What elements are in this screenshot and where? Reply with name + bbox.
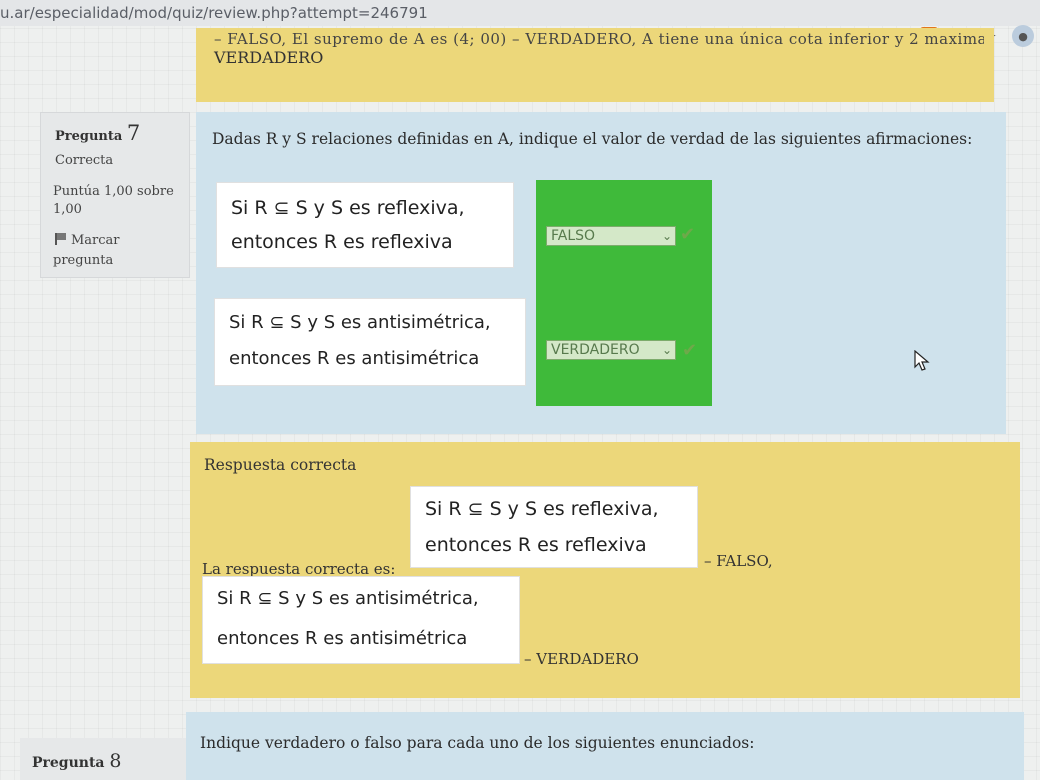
feedback-statement-1-line-1: Si R ⊆ S y S es reflexiva, [425, 498, 659, 520]
flag-icon [55, 233, 66, 245]
question-number: Pregunta 7 [55, 121, 140, 145]
feedback-statement-1: Si R ⊆ S y S es reflexiva, entonces R es… [410, 486, 698, 568]
statement-2-line-2: entonces R es antisimétrica [229, 348, 480, 369]
previous-feedback-line: – FALSO, El supremo de A es (4; 00) – VE… [214, 30, 984, 48]
correct-check-icon: ✔ [682, 340, 698, 361]
question-8-content: Indique verdadero o falso para cada uno … [186, 712, 1024, 780]
question-grade: Puntúa 1,00 sobre 1,00 [53, 184, 174, 217]
question-text: Dadas R y S relaciones definidas en A, i… [212, 130, 973, 148]
statement-2-line-1: Si R ⊆ S y S es antisimétrica, [229, 312, 491, 333]
feedback-statement-1-line-2: entonces R es reflexiva [425, 534, 647, 556]
question-8-text: Indique verdadero o falso para cada uno … [200, 734, 755, 752]
statement-2: Si R ⊆ S y S es antisimétrica, entonces … [214, 298, 526, 386]
feedback-statement-2-line-1: Si R ⊆ S y S es antisimétrica, [217, 588, 479, 609]
flag-question-link[interactable]: Marcar pregunta [53, 231, 183, 271]
question-label: Pregunta [55, 129, 123, 144]
answer-select-1-value: FALSO [551, 228, 596, 244]
correct-check-icon: ✔ [680, 224, 696, 245]
feedback-title: Respuesta correcta [204, 456, 357, 474]
chevron-down-icon: ⌄ [661, 229, 672, 243]
correct-answer-1: – FALSO, [704, 552, 773, 570]
question-number-value: 7 [126, 121, 141, 145]
previous-feedback-line-2: VERDADERO [214, 48, 324, 67]
feedback-statement-2-line-2: entonces R es antisimétrica [217, 628, 468, 649]
statement-1: Si R ⊆ S y S es reflexiva, entonces R es… [216, 182, 514, 268]
question-8-info: Pregunta 8 [20, 738, 188, 780]
statement-1-line-2: entonces R es reflexiva [231, 231, 453, 253]
url-text: u.ar/especialidad/mod/quiz/review.php?at… [0, 4, 428, 22]
answer-select-2-value: VERDADERO [551, 342, 640, 358]
previous-feedback: – FALSO, El supremo de A es (4; 00) – VE… [196, 28, 994, 102]
correct-answers-column [536, 180, 712, 406]
correct-answer-2: – VERDADERO [524, 650, 639, 668]
question-8-number: Pregunta 8 [32, 750, 121, 772]
answer-select-1[interactable]: FALSO ⌄ [546, 226, 676, 246]
answer-select-2[interactable]: VERDADERO ⌄ [546, 340, 676, 360]
chevron-down-icon: ⌄ [661, 343, 672, 357]
statement-1-line-1: Si R ⊆ S y S es reflexiva, [231, 197, 465, 219]
question-info: Pregunta 7 Correcta Puntúa 1,00 sobre 1,… [40, 112, 190, 278]
question-state: Correcta [55, 153, 114, 168]
avatar-icon[interactable]: ● [1012, 25, 1034, 47]
feedback-statement-2: Si R ⊆ S y S es antisimétrica, entonces … [202, 576, 520, 664]
question-8-number-value: 8 [109, 750, 122, 772]
question-8-label: Pregunta [32, 755, 105, 771]
